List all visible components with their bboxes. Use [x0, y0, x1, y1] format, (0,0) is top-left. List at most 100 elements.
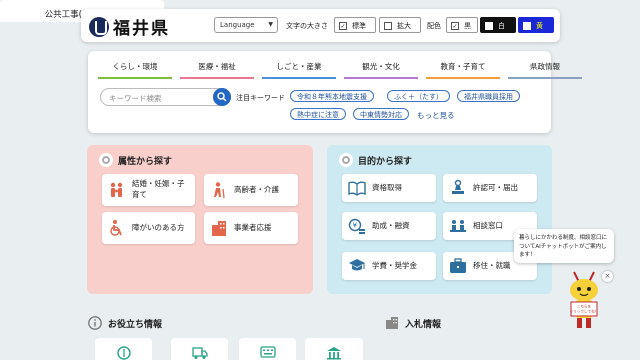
keyboard-icon: [259, 346, 276, 358]
attr-elderly-button[interactable]: 高齢者・介護: [204, 174, 298, 206]
search-placeholder: キーワード検索: [109, 94, 162, 103]
magnifier-icon: [339, 153, 353, 167]
svg-text:¥: ¥: [353, 222, 358, 230]
purpose-label: 相談窓口: [473, 220, 503, 230]
building-icon: [386, 317, 398, 329]
logo-text: 福井県: [113, 19, 170, 39]
color-black-label: 黒: [464, 22, 471, 30]
coin-icon: [116, 346, 131, 360]
nav-item-medical[interactable]: 医療・福祉: [180, 61, 254, 79]
graduation-icon: [349, 259, 365, 271]
purpose-label: 学費・奨学金: [372, 260, 417, 270]
briefcase-icon: [450, 258, 466, 273]
useful-tile[interactable]: [305, 338, 363, 360]
search-input[interactable]: キーワード検索: [100, 88, 231, 106]
truck-icon: [191, 347, 208, 359]
attr-business-button[interactable]: 事業者応援: [204, 212, 298, 244]
purpose-permit-button[interactable]: 許認可・届出: [443, 174, 537, 202]
search-button[interactable]: [213, 88, 231, 106]
chatbot-help-bubble[interactable]: 暮らしにかかわる制度、相談窓口についてAIチャットボットがご案内します！: [514, 229, 614, 263]
nav-item-living[interactable]: くらし・環境: [98, 61, 172, 79]
purpose-subsidy-button[interactable]: ¥ 助成・融資: [342, 212, 436, 240]
magnifier-icon: [99, 153, 113, 167]
color-yellow-button[interactable]: 黄: [518, 17, 554, 33]
purpose-label: 資格取得: [372, 182, 402, 192]
color-black-button[interactable]: ✓ 黒: [446, 17, 478, 33]
coins-icon: ¥: [348, 218, 365, 234]
language-select[interactable]: Language ▼: [214, 17, 278, 33]
bidding-section-title: 入札情報: [385, 316, 441, 330]
panel-title: 属性から探す: [99, 153, 172, 167]
attr-label: 高齢者・介護: [234, 184, 279, 194]
more-keywords-link[interactable]: もっと見る: [417, 110, 455, 121]
prefecture-emblem-icon: [89, 16, 109, 37]
purpose-title: 目的から探す: [358, 156, 413, 167]
search-icon: [217, 92, 227, 102]
color-white-button[interactable]: 白: [480, 17, 516, 33]
purpose-tuition-button[interactable]: 学費・奨学金: [342, 252, 436, 280]
keyword-link[interactable]: 中東情勢対応: [353, 108, 409, 120]
attribute-title: 属性から探す: [118, 156, 173, 167]
keyword-link[interactable]: 福井県職員採用: [457, 90, 520, 102]
nav-item-tourism[interactable]: 観光・文化: [344, 61, 418, 79]
attr-marriage-button[interactable]: 結婚・妊娠・子育て: [102, 174, 195, 206]
font-standard-label: 標準: [352, 22, 366, 30]
color-yellow-label: 黄: [536, 22, 543, 30]
svg-text:クリックしてね！: クリックしてね！: [570, 309, 599, 314]
info-icon: [88, 316, 102, 330]
close-icon[interactable]: ×: [602, 271, 613, 282]
checkbox-icon: [485, 22, 493, 30]
nav-item-government[interactable]: 県政情報: [508, 61, 582, 79]
keyword-link[interactable]: 熱中症に注意: [290, 108, 346, 120]
font-size-label: 文字の大きさ: [286, 22, 328, 30]
bidding-title: 入札情報: [405, 319, 442, 330]
nav-item-work[interactable]: しごと・産業: [262, 61, 336, 79]
purpose-label: 助成・融資: [372, 220, 410, 230]
global-nav: くらし・環境 医療・福祉 しごと・産業 観光・文化 教育・子育て 県政情報: [98, 61, 582, 79]
checkbox-checked-icon: ✓: [451, 22, 459, 30]
site-logo[interactable]: 福井県: [89, 14, 170, 39]
language-label: Language: [220, 21, 255, 29]
checkbox-icon: [384, 22, 392, 30]
nav-item-education[interactable]: 教育・子育て: [426, 61, 500, 79]
color-white-label: 白: [498, 22, 505, 30]
consult-icon: [450, 220, 466, 232]
attr-label: 結婚・妊娠・子育て: [132, 179, 185, 199]
useful-tile[interactable]: [239, 338, 296, 360]
panel-title: 目的から探す: [339, 153, 412, 167]
font-standard-button[interactable]: ✓ 標準: [334, 17, 376, 33]
site-header: 福井県 Language ▼ 文字の大きさ ✓ 標準 拡大 配色 ✓ 黒 白 黄: [81, 9, 560, 42]
chatbot-help-text: 暮らしにかかわる制度、相談窓口についてAIチャットボットがご案内します！: [519, 235, 608, 259]
government-building-icon: [327, 347, 341, 360]
elderly-icon: [214, 182, 225, 199]
font-large-label: 拡大: [397, 22, 411, 30]
mascot-chatbot-icon[interactable]: こちらを クリックしてね！: [560, 268, 608, 334]
stamp-icon: [452, 179, 464, 194]
checkbox-icon: [523, 22, 531, 30]
nav-search-card: くらし・環境 医療・福祉 しごと・産業 観光・文化 教育・子育て 県政情報 キー…: [88, 51, 582, 133]
purpose-label: 許認可・届出: [473, 182, 518, 192]
useful-tile[interactable]: [95, 338, 152, 360]
checkbox-checked-icon: ✓: [339, 22, 347, 30]
search-by-attribute-panel: 属性から探す 結婚・妊娠・子育て 高齢者・介護 障がいのある方 事業者応援: [87, 145, 313, 294]
purpose-label: 移住・就職: [473, 260, 511, 270]
attr-disability-button[interactable]: 障がいのある方: [102, 212, 195, 244]
useful-info-title: お役立ち情報: [108, 319, 163, 330]
useful-info-section-title: お役立ち情報: [88, 316, 162, 330]
keyword-link[interactable]: ふく＋（たす）: [387, 90, 450, 102]
family-icon: [110, 182, 123, 197]
keywords-label: 注目キーワード: [236, 94, 285, 102]
attr-label: 障がいのある方: [132, 222, 185, 232]
svg-text:こちらを: こちらを: [577, 304, 592, 309]
book-icon: [348, 181, 366, 196]
purpose-license-button[interactable]: 資格取得: [342, 174, 436, 202]
color-scheme-label: 配色: [427, 22, 441, 30]
useful-tile[interactable]: [171, 338, 228, 360]
building-icon: [212, 221, 226, 236]
keyword-link[interactable]: 令和８年熊本地震支援: [290, 90, 374, 102]
chevron-down-icon: ▼: [268, 21, 273, 28]
wheelchair-icon: [110, 220, 122, 236]
search-by-purpose-panel: 目的から探す 資格取得 許認可・届出 ¥ 助成・融資 相談窓口 学費・奨学金 移…: [327, 145, 552, 294]
font-large-button[interactable]: 拡大: [379, 17, 421, 33]
attr-label: 事業者応援: [234, 222, 272, 232]
